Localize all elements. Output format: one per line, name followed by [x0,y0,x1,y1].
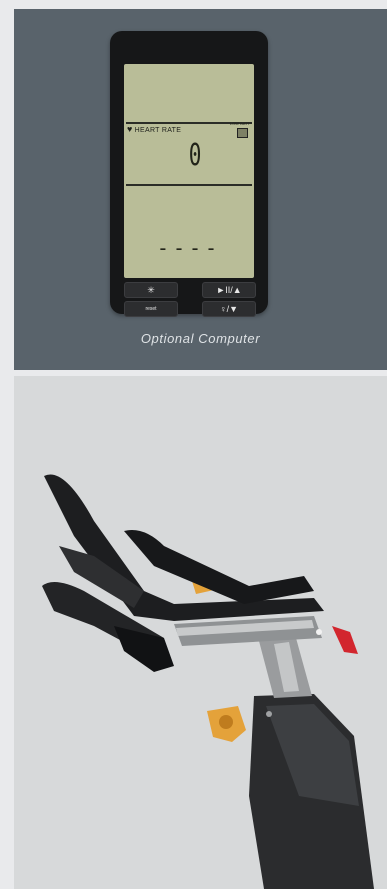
heart-icon: ♥ [127,124,133,134]
low-battery-label: LOW BATT [229,121,250,126]
top-handlebar [124,530,314,604]
release-lever [332,626,358,654]
secondary-readout: ---- [156,236,222,260]
hint-down-button[interactable]: ♀/▼ [202,301,256,317]
lcd-screen: ♥ HEART RATE LOW BATT 0 ---- [124,64,254,278]
light-button[interactable]: ✳ [124,282,178,298]
battery-icon [237,128,248,138]
bike-computer: ♥ HEART RATE LOW BATT 0 ---- ✳ ►II/▲ rese… [110,31,268,317]
divider-middle [126,184,252,186]
handlebar-illustration [42,474,374,889]
heart-rate-label: ♥ HEART RATE [127,124,182,134]
heart-rate-value: 0 [188,138,202,173]
play-pause-up-button[interactable]: ►II/▲ [202,282,256,298]
computer-caption: Optional Computer [140,331,261,346]
reset-button[interactable]: reset [124,301,178,317]
